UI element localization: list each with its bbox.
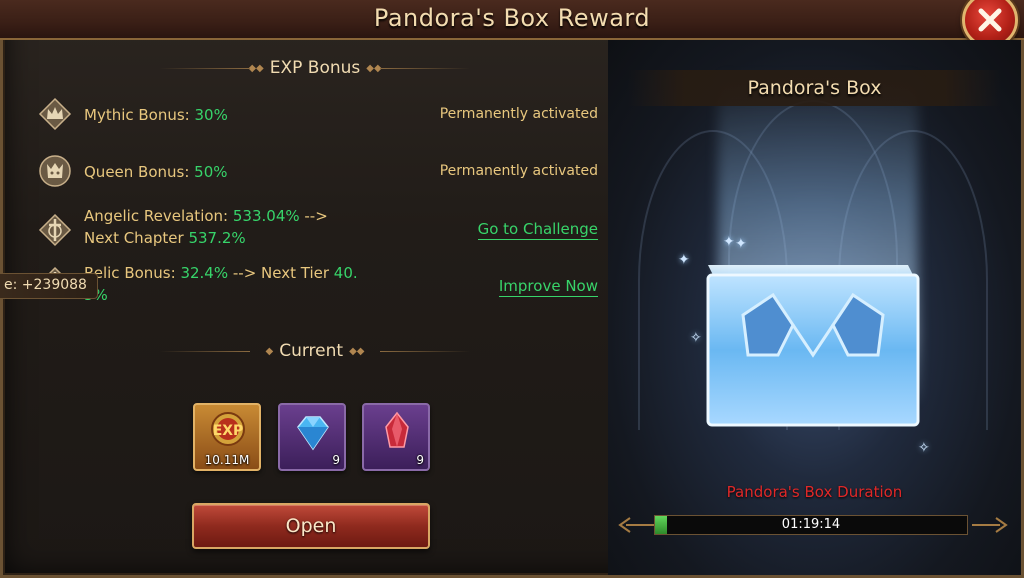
diamond-item-count: 9 (332, 453, 340, 467)
mythic-bonus-status: Permanently activated (439, 106, 598, 122)
sparkle-icon: ✦ (678, 252, 690, 268)
queen-emblem-icon (38, 154, 72, 188)
relic-bonus-label: Relic Bonus: (84, 264, 181, 282)
timer-right-ornament (972, 517, 1008, 533)
exp-item-count: 10.11M (204, 453, 250, 467)
exp-bonus-header: ◆◆ EXP Bonus ◆◆ (160, 58, 470, 78)
angelic-next-value: 537.2% (188, 229, 246, 247)
sparkle-icon: ✧ (690, 330, 702, 346)
sparkle-icon: ✦ (723, 234, 735, 250)
diamond-item-slot[interactable]: 9 (278, 403, 346, 471)
queen-bonus-status: Permanently activated (439, 163, 598, 179)
svg-text:EXP: EXP (213, 423, 244, 439)
open-button[interactable]: Open (192, 503, 430, 549)
blue-diamond-icon (297, 416, 329, 451)
angelic-arrow: --> (299, 207, 328, 225)
crown-icon (38, 97, 72, 131)
queen-bonus-label: Queen Bonus: (84, 163, 195, 181)
go-to-challenge-link[interactable]: Go to Challenge (477, 220, 598, 240)
sparkle-icon: ✦ (735, 236, 747, 252)
close-icon (978, 8, 1002, 32)
timer-left-ornament (618, 517, 654, 533)
current-header: ◆ Current ◆◆ (160, 341, 470, 361)
angelic-bonus-label: Angelic Revelation: (84, 207, 233, 225)
side-exp-tag[interactable]: e: +239088 (0, 273, 98, 299)
mythic-bonus-value: 30% (194, 106, 228, 124)
relic-bonus-value: 32.4% (180, 264, 229, 282)
relic-next-value-1: 40. (333, 264, 358, 282)
angelic-bonus-text: Angelic Revelation: 533.04% --> Next Cha… (84, 205, 328, 249)
relic-bonus-text: Relic Bonus: 32.4% --> Next Tier 40. 5% (84, 262, 358, 306)
bonus-row-mythic: Mythic Bonus: 30% Permanently activated (38, 97, 604, 137)
bonus-row-queen: Queen Bonus: 50% Permanently activated (38, 154, 604, 194)
title-bar: Pandora's Box Reward (0, 0, 1024, 40)
bonus-row-angelic: Angelic Revelation: 533.04% --> Next Cha… (38, 205, 604, 255)
mythic-bonus-label: Mythic Bonus: (84, 106, 195, 124)
red-crystal-icon (385, 411, 409, 448)
angel-sword-icon (38, 213, 72, 247)
exp-bonus-title: EXP Bonus (269, 58, 361, 78)
ruby-item-count: 9 (416, 453, 424, 467)
exp-item-slot[interactable]: EXP 10.11M (193, 403, 261, 471)
window-title: Pandora's Box Reward (373, 4, 651, 32)
pandora-duration-bar: 01:19:14 (654, 515, 968, 535)
queen-bonus-text: Queen Bonus: 50% (84, 161, 228, 183)
sparkle-icon: ✧ (918, 440, 930, 456)
ruby-item-slot[interactable]: 9 (362, 403, 430, 471)
relic-arrow: --> Next Tier (228, 264, 334, 282)
current-title: Current (279, 341, 344, 361)
pandora-timer-text: 01:19:14 (781, 517, 841, 532)
angelic-next-label: Next Chapter (84, 229, 189, 247)
pandora-box-panel: Pandora's Box ✦ ✦ ✦ ✧ ✧ Pandora's Box Du… (608, 40, 1021, 575)
bonus-row-relic: Relic Bonus: 32.4% --> Next Tier 40. 5% … (38, 262, 604, 310)
improve-now-link[interactable]: Improve Now (498, 277, 598, 297)
pandora-box-icon (706, 265, 920, 427)
angelic-bonus-value: 533.04% (232, 207, 300, 225)
queen-bonus-value: 50% (194, 163, 228, 181)
pandora-duration-label: Pandora's Box Duration (726, 483, 903, 501)
pandora-box-title: Pandora's Box (628, 70, 1001, 106)
mythic-bonus-text: Mythic Bonus: 30% (84, 104, 228, 126)
exp-medal-icon: EXP (211, 412, 245, 446)
